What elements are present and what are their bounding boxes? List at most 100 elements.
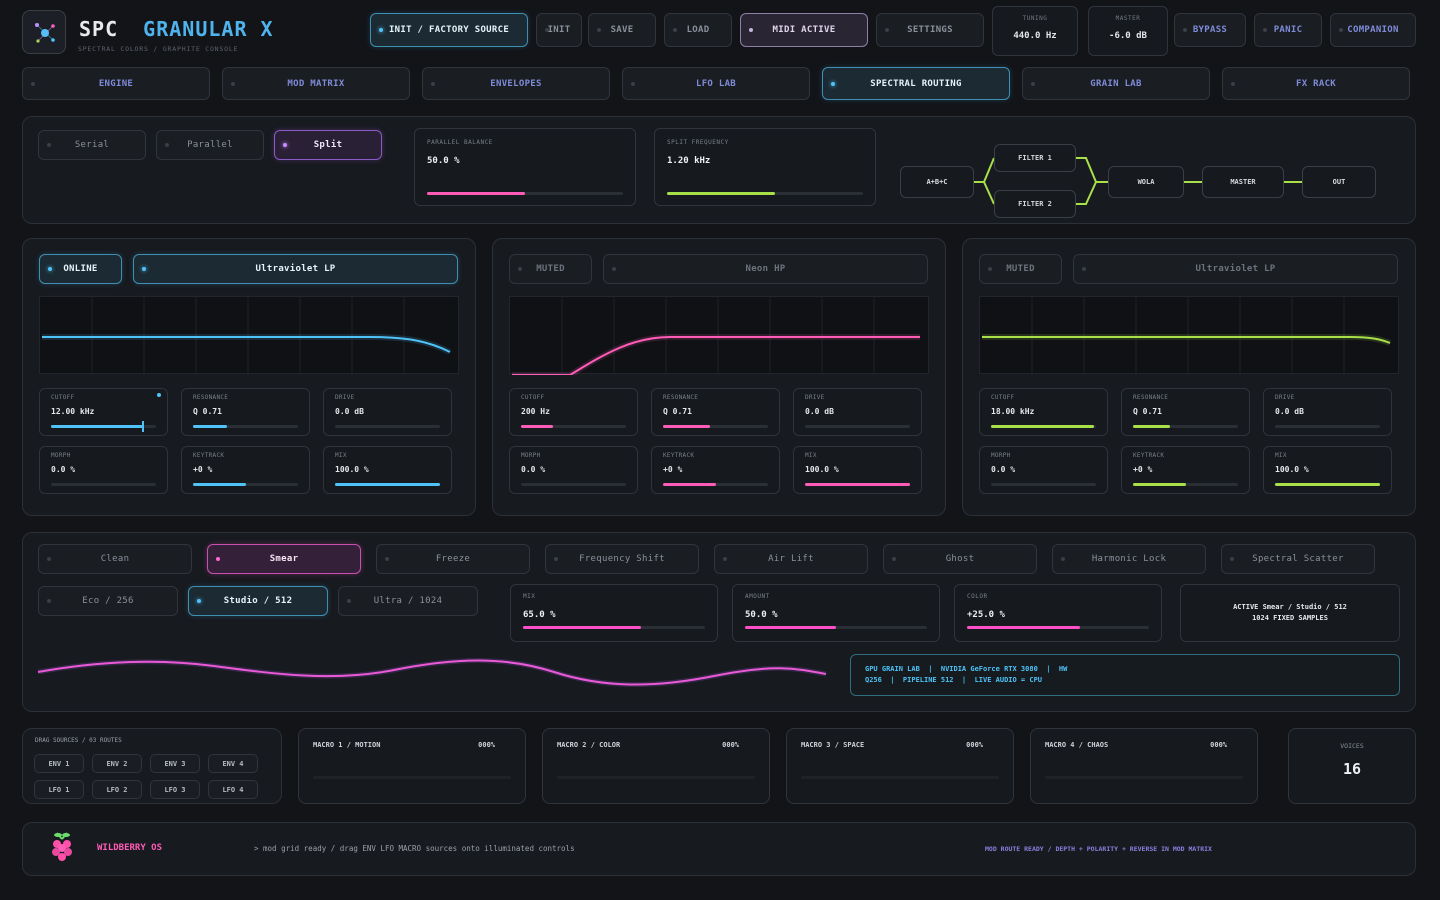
- macro-4-control[interactable]: MACRO 4 / CHAOS 000%: [1030, 728, 1258, 804]
- os-name: WILDBERRY OS: [97, 843, 163, 853]
- companion-button[interactable]: COMPANION: [1330, 13, 1416, 47]
- settings-button[interactable]: SETTINGS: [876, 13, 984, 47]
- quality-option-3[interactable]: Ultra / 1024: [338, 586, 478, 616]
- mode-split-button[interactable]: Split: [274, 130, 382, 160]
- mod-source-env-3[interactable]: ENV 3: [150, 754, 200, 773]
- graph-node-source[interactable]: A+B+C: [900, 166, 974, 198]
- macro-3-control[interactable]: MACRO 3 / SPACE 000%: [786, 728, 1014, 804]
- preset-selector[interactable]: INIT / FACTORY SOURCE: [370, 13, 528, 47]
- spectral-color-control[interactable]: COLOR +25.0 %: [954, 584, 1162, 642]
- knob-track: [805, 483, 910, 486]
- mode-parallel-button[interactable]: Parallel: [156, 130, 264, 160]
- mod-source-lfo-4[interactable]: LFO 4: [208, 780, 258, 799]
- mode-indicator: [1061, 557, 1065, 561]
- spectral-mode-air-lift[interactable]: Air Lift: [714, 544, 868, 574]
- tab-grain-lab[interactable]: GRAIN LAB: [1022, 67, 1210, 100]
- load-button[interactable]: LOAD: [664, 13, 732, 47]
- knob-track: [1275, 483, 1380, 486]
- voices-readout: VOICES 16: [1288, 728, 1416, 804]
- tab-label: LFO LAB: [695, 78, 737, 89]
- macro-track: [801, 776, 999, 779]
- filter-2-morph-knob[interactable]: MORPH 0.0 %: [509, 446, 638, 494]
- macro-1-control[interactable]: MACRO 1 / MOTION 000%: [298, 728, 526, 804]
- knob-label: KEYTRACK: [193, 452, 225, 459]
- filter-3-cutoff-knob[interactable]: CUTOFF 18.00 kHz: [979, 388, 1108, 436]
- spectral-mode-frequency-shift[interactable]: Frequency Shift: [545, 544, 699, 574]
- tab-indicator: [831, 81, 835, 86]
- init-button[interactable]: INIT: [536, 13, 582, 47]
- graph-node-out[interactable]: OUT: [1302, 166, 1376, 198]
- parallel-balance-control[interactable]: PARALLEL BALANCE 50.0 %: [414, 128, 636, 206]
- spectral-mode-freeze[interactable]: Freeze: [376, 544, 530, 574]
- filter-1-state-toggle[interactable]: ONLINE: [39, 254, 122, 284]
- spectral-mode-ghost[interactable]: Ghost: [883, 544, 1037, 574]
- tab-lfo-lab[interactable]: LFO LAB: [622, 67, 810, 100]
- mod-source-env-1[interactable]: ENV 1: [34, 754, 84, 773]
- mode-label: Ghost: [945, 554, 975, 564]
- graph-node-wola[interactable]: WOLA: [1108, 166, 1184, 198]
- tab-engine[interactable]: ENGINE: [22, 67, 210, 100]
- console-message: > mod grid ready / drag ENV LFO MACRO so…: [254, 844, 575, 853]
- filter-3-drive-knob[interactable]: DRIVE 0.0 dB: [1263, 388, 1392, 436]
- mode-indicator: [554, 557, 558, 561]
- mode-serial-button[interactable]: Serial: [38, 130, 146, 160]
- mod-source-lfo-3[interactable]: LFO 3: [150, 780, 200, 799]
- filter-1-morph-knob[interactable]: MORPH 0.0 %: [39, 446, 168, 494]
- raspberry-icon: [52, 832, 72, 861]
- spectral-mode-spectral-scatter[interactable]: Spectral Scatter: [1221, 544, 1375, 574]
- spectral-mode-smear[interactable]: Smear: [207, 544, 361, 574]
- bypass-button[interactable]: BYPASS: [1174, 13, 1246, 47]
- graph-node-master[interactable]: MASTER: [1202, 166, 1284, 198]
- filter-3-keytrack-knob[interactable]: KEYTRACK +0 %: [1121, 446, 1250, 494]
- panic-button[interactable]: PANIC: [1254, 13, 1322, 47]
- tab-fx-rack[interactable]: FX RACK: [1222, 67, 1410, 100]
- split-frequency-control[interactable]: SPLIT FREQUENCY 1.20 kHz: [654, 128, 876, 206]
- save-button[interactable]: SAVE: [588, 13, 656, 47]
- filter-2-state-toggle[interactable]: MUTED: [509, 254, 592, 284]
- filter-1-keytrack-knob[interactable]: KEYTRACK +0 %: [181, 446, 310, 494]
- tab-envelopes[interactable]: ENVELOPES: [422, 67, 610, 100]
- filter-3-morph-knob[interactable]: MORPH 0.0 %: [979, 446, 1108, 494]
- tuning-readout[interactable]: TUNING 440.0 Hz: [992, 6, 1078, 56]
- spectral-amount-control[interactable]: AMOUNT 50.0 %: [732, 584, 940, 642]
- tab-spectral-routing[interactable]: SPECTRAL ROUTING: [822, 67, 1010, 100]
- graph-node-filter-2[interactable]: FILTER 2: [994, 190, 1076, 218]
- filter-3-type-selector[interactable]: Ultraviolet LP: [1073, 254, 1398, 284]
- filter-1-cutoff-knob[interactable]: CUTOFF 12.00 kHz: [39, 388, 168, 436]
- knob-value: 100.0 %: [335, 465, 369, 474]
- filter-1-type-selector[interactable]: Ultraviolet LP: [133, 254, 458, 284]
- knob-label: RESONANCE: [663, 394, 699, 401]
- filter-3-state-toggle[interactable]: MUTED: [979, 254, 1062, 284]
- spectral-waveform: [37, 658, 827, 688]
- spectral-mode-clean[interactable]: Clean: [38, 544, 192, 574]
- macro-label: MACRO 4 / CHAOS: [1045, 741, 1109, 749]
- graph-node-filter-1[interactable]: FILTER 1: [994, 144, 1076, 172]
- knob-handle[interactable]: [142, 421, 145, 432]
- filter-2-type-selector[interactable]: Neon HP: [603, 254, 928, 284]
- filter-3-mix-knob[interactable]: MIX 100.0 %: [1263, 446, 1392, 494]
- quality-option-1[interactable]: Eco / 256: [38, 586, 178, 616]
- mod-source-lfo-2[interactable]: LFO 2: [92, 780, 142, 799]
- knob-value: 200 Hz: [521, 407, 550, 416]
- filter-2-keytrack-knob[interactable]: KEYTRACK +0 %: [651, 446, 780, 494]
- filter-1-mix-knob[interactable]: MIX 100.0 %: [323, 446, 452, 494]
- spectral-mix-control[interactable]: MIX 65.0 %: [510, 584, 718, 642]
- mod-source-env-2[interactable]: ENV 2: [92, 754, 142, 773]
- filter-1-drive-knob[interactable]: DRIVE 0.0 dB: [323, 388, 452, 436]
- mod-source-lfo-1[interactable]: LFO 1: [34, 780, 84, 799]
- filter-2-resonance-knob[interactable]: RESONANCE Q 0.71: [651, 388, 780, 436]
- midi-active-button[interactable]: MIDI ACTIVE: [740, 13, 868, 47]
- filter-2-cutoff-knob[interactable]: CUTOFF 200 Hz: [509, 388, 638, 436]
- filter-2-mix-knob[interactable]: MIX 100.0 %: [793, 446, 922, 494]
- spectral-mode-harmonic-lock[interactable]: Harmonic Lock: [1052, 544, 1206, 574]
- mod-source-env-4[interactable]: ENV 4: [208, 754, 258, 773]
- quality-option-2[interactable]: Studio / 512: [188, 586, 328, 616]
- filter-2-drive-knob[interactable]: DRIVE 0.0 dB: [793, 388, 922, 436]
- quality-indicator: [347, 599, 351, 603]
- tab-mod-matrix[interactable]: MOD MATRIX: [222, 67, 410, 100]
- filter-1-resonance-knob[interactable]: RESONANCE Q 0.71: [181, 388, 310, 436]
- knob-track: [51, 483, 156, 486]
- filter-3-resonance-knob[interactable]: RESONANCE Q 0.71: [1121, 388, 1250, 436]
- master-readout[interactable]: MASTER -6.0 dB: [1088, 6, 1168, 56]
- macro-2-control[interactable]: MACRO 2 / COLOR 000%: [542, 728, 770, 804]
